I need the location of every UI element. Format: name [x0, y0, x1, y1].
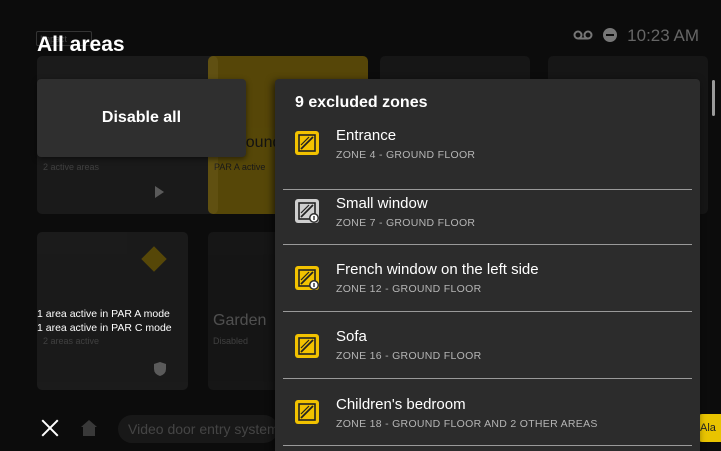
sensor-icon — [295, 400, 319, 424]
clock-time: 10:23 AM — [627, 26, 699, 45]
status-bar: 10:23 AM — [573, 26, 699, 46]
zone-name: Children's bedroom — [336, 396, 466, 413]
play-icon — [155, 186, 164, 198]
zone-location: ZONE 12 - GROUND FLOOR — [336, 283, 482, 295]
diamond-icon — [141, 246, 167, 272]
home-icon[interactable] — [80, 419, 98, 437]
disable-all-button[interactable]: Disable all — [37, 79, 246, 157]
zone-name: French window on the left side — [336, 261, 539, 278]
zone-location: ZONE 7 - GROUND FLOOR — [336, 217, 476, 229]
par-status-line: 1 area active in PAR A mode — [37, 308, 170, 320]
area-card-status: 2 active areas — [43, 162, 100, 172]
alarm-button[interactable]: Ala — [698, 414, 721, 442]
zone-item-sofa[interactable]: Sofa ZONE 16 - GROUND FLOOR — [275, 312, 700, 379]
page-title: All areas — [37, 33, 125, 56]
area-card-status: PAR A active — [214, 162, 266, 172]
zone-item-childrens-bedroom[interactable]: Children's bedroom ZONE 18 - GROUND FLOO… — [275, 379, 700, 446]
zone-name: Entrance — [336, 127, 397, 144]
zone-item-small-window[interactable]: Small window ZONE 7 - GROUND FLOOR — [275, 178, 700, 245]
video-door-entry-button[interactable]: Video door entry system — [118, 415, 278, 443]
zone-name: Small window — [336, 195, 428, 212]
window-sensor-icon — [295, 266, 319, 290]
shield-icon — [154, 362, 166, 381]
voicemail-icon — [573, 29, 593, 44]
window-sensor-icon — [295, 199, 319, 223]
minus-circle-icon — [603, 27, 618, 45]
zone-name: Sofa — [336, 328, 367, 345]
area-card-status: Disabled — [213, 336, 249, 346]
alarm-button-label: Ala — [700, 422, 716, 434]
sensor-icon — [295, 334, 319, 358]
close-icon[interactable] — [39, 417, 61, 439]
zone-location: ZONE 16 - GROUND FLOOR — [336, 350, 482, 362]
area-card-name: Garden — [213, 312, 267, 329]
zone-item-french-window[interactable]: French window on the left side ZONE 12 -… — [275, 245, 700, 312]
sensor-icon — [295, 131, 319, 155]
panel-scrollbar[interactable] — [712, 80, 715, 116]
area-card-status: 2 areas active — [43, 336, 100, 346]
zone-location: ZONE 4 - GROUND FLOOR — [336, 149, 476, 161]
par-status-line: 1 area active in PAR C mode — [37, 322, 172, 334]
zone-location: ZONE 18 - GROUND FLOOR AND 2 OTHER AREAS — [336, 418, 598, 430]
panel-heading: 9 excluded zones — [295, 94, 428, 111]
par-status-text: 1 area active in PAR A mode 1 area activ… — [37, 307, 172, 335]
divider — [283, 445, 692, 446]
excluded-zones-panel: 9 excluded zones Entrance ZONE 4 - GROUN… — [275, 79, 700, 451]
